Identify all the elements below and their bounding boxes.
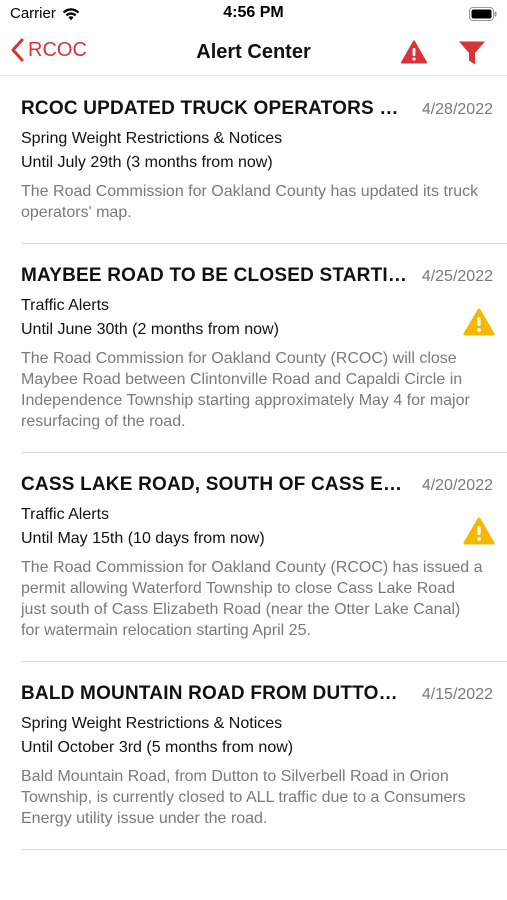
status-bar: Carrier 4:56 PM xyxy=(0,0,507,30)
alert-toggle-button[interactable] xyxy=(401,40,427,69)
chevron-left-icon xyxy=(10,38,24,62)
alert-description: The Road Commission for Oakland County h… xyxy=(21,183,479,221)
alert-title: CASS LAKE ROAD, SOUTH OF CASS ELIZABETH … xyxy=(21,474,411,495)
alert-until: Until July 29th (3 months from now) xyxy=(21,154,273,171)
back-button[interactable]: RCOC xyxy=(10,38,87,62)
battery-icon xyxy=(469,7,497,26)
warning-icon xyxy=(463,308,495,341)
alert-date: 4/20/2022 xyxy=(421,477,493,494)
filter-button[interactable] xyxy=(458,40,486,71)
alert-category: Spring Weight Restrictions & Notices xyxy=(21,130,283,147)
alert-description: Bald Mountain Road, from Dutton to Silve… xyxy=(21,768,466,827)
alert-until: Until October 3rd (5 months from now) xyxy=(21,739,294,756)
alert-list-item[interactable]: MAYBEE ROAD TO BE CLOSED STARTING MAY 4 … xyxy=(21,244,507,453)
filter-icon xyxy=(458,41,486,70)
alert-header: BALD MOUNTAIN ROAD FROM DUTTON TO SILVER… xyxy=(21,683,493,705)
clock: 4:56 PM xyxy=(223,4,284,21)
alert-title: RCOC UPDATED TRUCK OPERATORS MAP xyxy=(21,98,411,119)
alert-category: Spring Weight Restrictions & Notices xyxy=(21,715,283,732)
alert-description: The Road Commission for Oakland County (… xyxy=(21,350,470,430)
alert-list-item[interactable]: RCOC UPDATED TRUCK OPERATORS MAP 4/28/20… xyxy=(21,77,507,244)
warning-triangle-icon xyxy=(401,40,427,68)
navigation-bar: RCOC Alert Center xyxy=(0,30,507,76)
alert-until: Until May 15th (10 days from now) xyxy=(21,530,265,547)
alert-date: 4/15/2022 xyxy=(421,686,493,703)
alert-list-item[interactable]: CASS LAKE ROAD, SOUTH OF CASS ELIZABETH … xyxy=(21,453,507,662)
alert-category: Traffic Alerts xyxy=(21,506,110,523)
alert-header: MAYBEE ROAD TO BE CLOSED STARTING MAY 4 … xyxy=(21,265,493,287)
alert-date: 4/28/2022 xyxy=(421,101,493,118)
alert-category: Traffic Alerts xyxy=(21,297,110,314)
alert-title: BALD MOUNTAIN ROAD FROM DUTTON TO SILVER… xyxy=(21,683,411,704)
alert-list: RCOC UPDATED TRUCK OPERATORS MAP 4/28/20… xyxy=(0,77,507,850)
alert-list-item[interactable]: BALD MOUNTAIN ROAD FROM DUTTON TO SILVER… xyxy=(21,662,507,850)
alert-title: MAYBEE ROAD TO BE CLOSED STARTING MAY 4 xyxy=(21,265,411,286)
alert-header: CASS LAKE ROAD, SOUTH OF CASS ELIZABETH … xyxy=(21,474,493,496)
alert-description: The Road Commission for Oakland County (… xyxy=(21,559,483,639)
warning-icon xyxy=(463,517,495,550)
alert-header: RCOC UPDATED TRUCK OPERATORS MAP 4/28/20… xyxy=(21,98,493,120)
alert-until: Until June 30th (2 months from now) xyxy=(21,321,279,338)
back-button-label: RCOC xyxy=(28,38,87,61)
alert-date: 4/25/2022 xyxy=(421,268,493,285)
